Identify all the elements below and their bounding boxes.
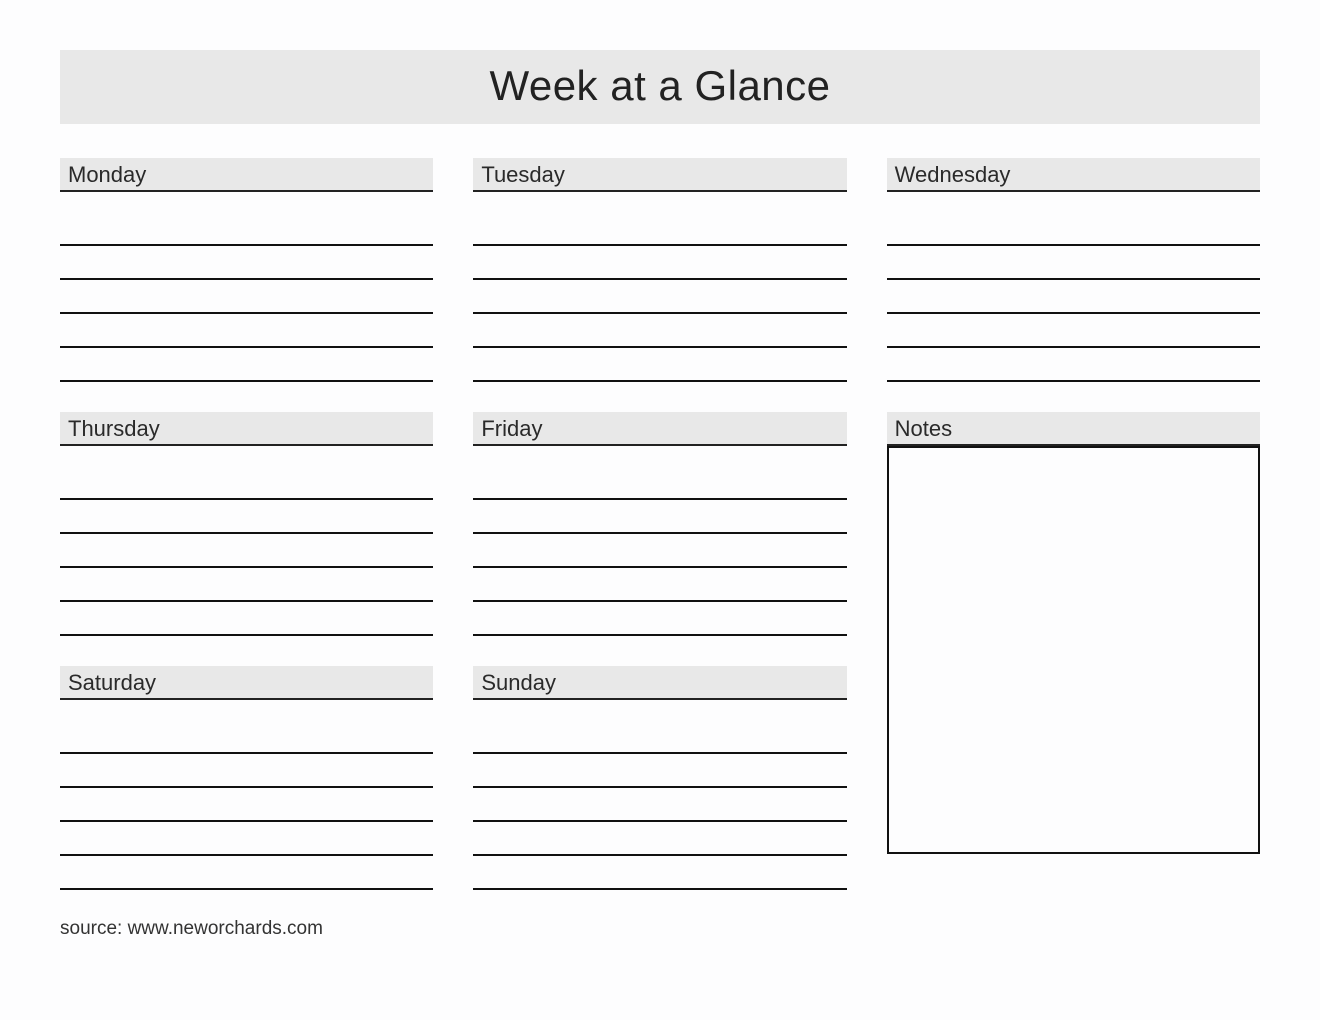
write-line[interactable] <box>60 602 433 636</box>
write-line[interactable] <box>60 568 433 602</box>
write-line[interactable] <box>473 720 846 754</box>
write-line[interactable] <box>60 720 433 754</box>
write-line[interactable] <box>60 314 433 348</box>
day-block-thursday: Thursday <box>60 412 433 636</box>
day-lines-saturday <box>60 700 433 890</box>
write-line[interactable] <box>473 602 846 636</box>
write-line[interactable] <box>60 280 433 314</box>
write-line[interactable] <box>60 754 433 788</box>
day-lines-wednesday <box>887 192 1260 382</box>
day-header-tuesday: Tuesday <box>473 158 846 192</box>
day-header-thursday: Thursday <box>60 412 433 446</box>
page-title: Week at a Glance <box>60 62 1260 110</box>
write-line[interactable] <box>473 788 846 822</box>
write-line[interactable] <box>473 534 846 568</box>
day-header-monday: Monday <box>60 158 433 192</box>
write-line[interactable] <box>60 856 433 890</box>
write-line[interactable] <box>473 466 846 500</box>
day-lines-tuesday <box>473 192 846 382</box>
write-line[interactable] <box>473 822 846 856</box>
write-line[interactable] <box>60 500 433 534</box>
day-header-sunday: Sunday <box>473 666 846 700</box>
notes-header: Notes <box>887 412 1260 446</box>
day-block-saturday: Saturday <box>60 666 433 890</box>
write-line[interactable] <box>60 788 433 822</box>
day-block-friday: Friday <box>473 412 846 636</box>
write-line[interactable] <box>60 246 433 280</box>
day-lines-monday <box>60 192 433 382</box>
write-line[interactable] <box>473 348 846 382</box>
write-line[interactable] <box>60 534 433 568</box>
day-block-monday: Monday <box>60 158 433 382</box>
day-header-saturday: Saturday <box>60 666 433 700</box>
day-block-sunday: Sunday <box>473 666 846 890</box>
notes-box[interactable] <box>887 446 1260 854</box>
write-line[interactable] <box>887 246 1260 280</box>
write-line[interactable] <box>473 754 846 788</box>
write-line[interactable] <box>60 212 433 246</box>
page-title-bar: Week at a Glance <box>60 50 1260 124</box>
write-line[interactable] <box>473 314 846 348</box>
write-line[interactable] <box>473 856 846 890</box>
notes-block: Notes <box>887 412 1260 890</box>
day-lines-sunday <box>473 700 846 890</box>
day-block-wednesday: Wednesday <box>887 158 1260 382</box>
week-grid: Monday Tuesday Wednesday Thur <box>60 158 1260 890</box>
write-line[interactable] <box>473 280 846 314</box>
source-text: source: www.neworchards.com <box>60 918 1260 940</box>
write-line[interactable] <box>473 568 846 602</box>
write-line[interactable] <box>473 212 846 246</box>
write-line[interactable] <box>60 348 433 382</box>
day-block-tuesday: Tuesday <box>473 158 846 382</box>
write-line[interactable] <box>473 246 846 280</box>
write-line[interactable] <box>887 212 1260 246</box>
write-line[interactable] <box>887 348 1260 382</box>
day-lines-friday <box>473 446 846 636</box>
write-line[interactable] <box>473 500 846 534</box>
day-lines-thursday <box>60 446 433 636</box>
write-line[interactable] <box>887 280 1260 314</box>
day-header-wednesday: Wednesday <box>887 158 1260 192</box>
write-line[interactable] <box>887 314 1260 348</box>
day-header-friday: Friday <box>473 412 846 446</box>
write-line[interactable] <box>60 466 433 500</box>
write-line[interactable] <box>60 822 433 856</box>
